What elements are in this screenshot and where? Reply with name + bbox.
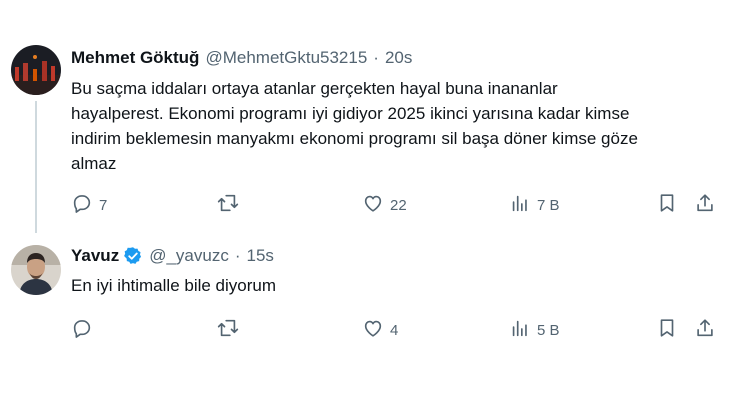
views-count: 5 B [537,321,560,339]
retweet-icon [217,317,239,343]
views-button[interactable]: 5 B [509,317,560,343]
reply-icon [71,317,93,343]
reply-icon [71,192,93,218]
tweet-text-line: En iyi ihtimalle bile diyorum [71,276,277,295]
views-count: 7 B [537,196,560,214]
tweet-text: En iyi ihtimalle bile diyorum [71,273,721,298]
bookmark-button[interactable] [656,192,678,218]
bookmark-button[interactable] [656,317,678,343]
action-bar: 4 5 B [71,317,721,343]
views-button[interactable]: 7 B [509,192,560,218]
like-button[interactable]: 22 [362,192,407,218]
reply-button[interactable]: 7 [71,192,107,218]
like-count: 22 [390,196,407,214]
tweet-text: Bu saçma iddaları ortaya atanlar gerçekt… [71,76,721,176]
display-name[interactable]: Yavuz [71,246,119,266]
reply-button[interactable] [71,317,99,343]
retweet-button[interactable] [217,192,245,218]
timestamp[interactable]: 15s [247,246,274,266]
retweet-icon [217,192,239,218]
bookmark-icon [656,317,678,343]
timestamp[interactable]: 20s [385,48,412,68]
thread-line [35,101,37,233]
like-count: 4 [390,321,399,339]
views-chart-icon [509,317,531,343]
tweet-header: Mehmet Göktuğ @MehmetGktu53215 · 20s [71,48,412,68]
action-bar: 7 22 7 B [71,192,721,218]
display-name[interactable]: Mehmet Göktuğ [71,48,199,68]
tweet[interactable]: Yavuz @_yavuzc · 15s En iyi ihtimalle bi… [0,233,730,420]
share-icon [694,192,716,218]
user-handle[interactable]: @_yavuzc [149,246,229,266]
heart-icon [362,192,384,218]
separator-dot: · [234,246,241,265]
share-button[interactable] [694,317,716,343]
separator-dot: · [373,48,379,67]
share-button[interactable] [694,192,716,218]
bookmark-icon [656,192,678,218]
reply-count: 7 [99,196,108,214]
tweet-text-line: hayalperest. Ekonomi programı iyi gidiyo… [71,104,630,123]
tweet-text-line: Bu saçma iddaları ortaya atanlar gerçekt… [71,79,558,98]
share-icon [694,317,716,343]
heart-icon [362,317,384,343]
user-handle[interactable]: @MehmetGktu53215 [205,48,367,68]
tweet-text-line: almaz [71,154,117,173]
avatar[interactable] [11,45,61,95]
retweet-button[interactable] [217,317,245,343]
verified-badge-icon[interactable] [123,246,143,266]
tweet-text-line: indirim beklemesin manyakmı ekonomi prog… [71,129,638,148]
avatar[interactable] [11,245,61,295]
like-button[interactable]: 4 [362,317,398,343]
views-chart-icon [509,192,531,218]
tweet[interactable]: Mehmet Göktuğ @MehmetGktu53215 · 20s Bu … [0,0,730,233]
tweet-header: Yavuz @_yavuzc · 15s [71,246,274,266]
